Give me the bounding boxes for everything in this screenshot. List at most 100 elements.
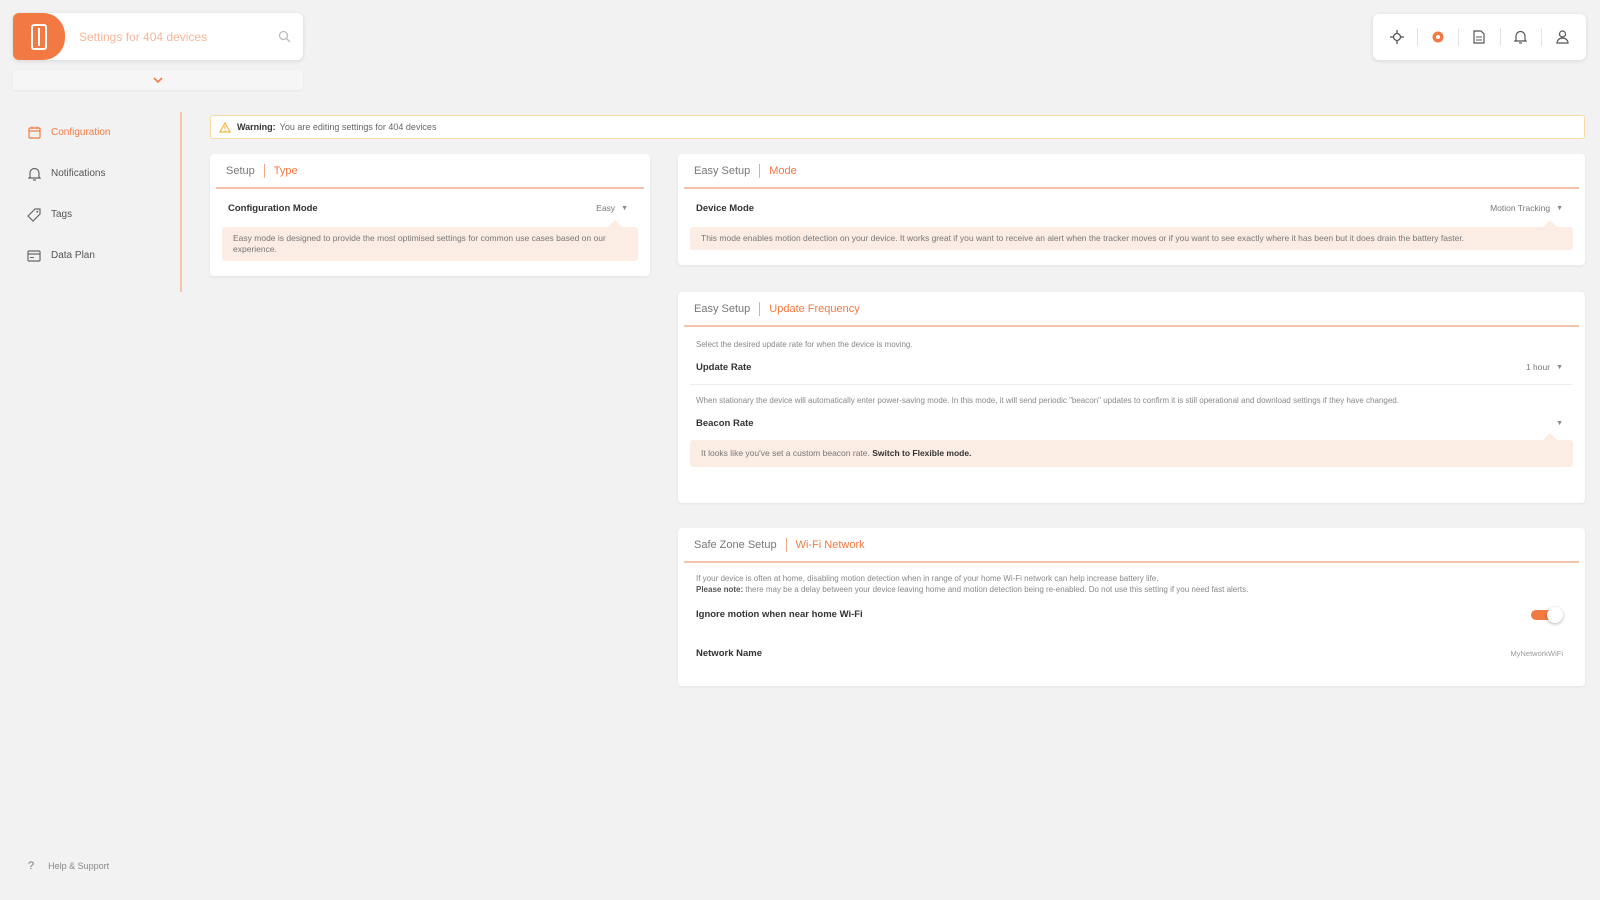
- sidebar-item-label: Notifications: [51, 168, 106, 179]
- caret-down-icon: ▼: [621, 204, 628, 212]
- beacon-description: When stationary the device will automati…: [696, 396, 1399, 405]
- wifi-network-card: Safe Zone Setup Wi-Fi Network If your de…: [678, 528, 1585, 686]
- breadcrumb-parent[interactable]: Setup: [226, 165, 255, 177]
- search-icon[interactable]: [278, 30, 291, 43]
- sidebar-item-label: Configuration: [51, 127, 111, 138]
- card-header: Easy Setup Update Frequency: [684, 292, 1579, 327]
- row-label: Configuration Mode: [228, 202, 318, 214]
- bell-icon: [26, 166, 42, 182]
- row-label: Device Mode: [696, 202, 755, 214]
- caret-down-icon: ▼: [1556, 204, 1563, 212]
- card-header: Easy Setup Mode: [684, 154, 1579, 189]
- select-value: Motion Tracking: [1490, 203, 1551, 213]
- breadcrumb-separator: [263, 163, 265, 178]
- sidebar-item-tags[interactable]: Tags: [0, 194, 180, 235]
- device-mode-card: Easy Setup Mode Device Mode Motion Track…: [678, 154, 1585, 265]
- breadcrumb-current: Wi-Fi Network: [795, 538, 865, 551]
- expand-toggle[interactable]: [13, 70, 303, 90]
- select-value: 1 hour: [1525, 362, 1551, 372]
- search-bar: [13, 13, 303, 60]
- row-label: Update Rate: [696, 361, 752, 373]
- toolbar-divider: [1541, 28, 1543, 46]
- toolbar-divider: [1458, 28, 1460, 46]
- setup-type-card: Setup Type Configuration Mode Easy ▼ Eas…: [210, 154, 650, 276]
- warning-icon: [219, 121, 231, 133]
- network-name-row: Network Name MyNetworkWiFi: [678, 633, 1585, 673]
- info-text: Easy mode is designed to provide the mos…: [233, 233, 606, 254]
- row-label: Network Name: [696, 647, 762, 659]
- configuration-mode-row: Configuration Mode Easy ▼: [210, 189, 650, 227]
- warning-banner: Warning: You are editing settings for 40…: [210, 115, 1585, 139]
- top-toolbar: [1373, 14, 1586, 60]
- caret-down-icon: ▼: [1556, 363, 1563, 371]
- note-label: Please note:: [696, 585, 744, 594]
- device-mode-row: Device Mode Motion Tracking ▼: [678, 189, 1585, 227]
- warning-text: You are editing settings for 404 devices: [279, 122, 437, 132]
- document-button[interactable]: [1464, 22, 1494, 52]
- update-rate-description: Select the desired update rate for when …: [696, 340, 913, 349]
- device-mode-select[interactable]: Motion Tracking ▼: [1490, 203, 1563, 213]
- breadcrumb-current: Mode: [769, 164, 797, 177]
- document-icon: [1473, 30, 1486, 44]
- bell-icon: [1514, 30, 1528, 44]
- search-input[interactable]: [79, 29, 278, 44]
- breadcrumb-parent[interactable]: Easy Setup: [694, 303, 750, 315]
- data-plan-icon: [26, 248, 42, 264]
- device-mode-info-box: This mode enables motion detection on yo…: [690, 220, 1573, 250]
- beacon-info-box: It looks like you've set a custom beacon…: [690, 433, 1573, 467]
- wifi-note: Please note: there may be a delay betwee…: [678, 584, 1585, 595]
- toolbar-divider: [1499, 28, 1501, 46]
- breadcrumb-current: Type: [273, 164, 298, 177]
- calendar-icon: [26, 125, 42, 141]
- sidebar-item-label: Data Plan: [51, 250, 95, 261]
- sidebar: Configuration Notifications Tags Data Pl…: [0, 112, 182, 292]
- beacon-rate-select[interactable]: ▼: [1550, 420, 1563, 427]
- info-text: This mode enables motion detection on yo…: [701, 233, 1465, 243]
- row-label: Ignore motion when near home Wi-Fi: [696, 608, 863, 620]
- settings-button[interactable]: [1423, 22, 1453, 52]
- switch-mode-link[interactable]: Switch to Flexible mode.: [872, 448, 971, 458]
- wifi-description: If your device is often at home, disabli…: [696, 574, 1159, 583]
- breadcrumb-parent[interactable]: Safe Zone Setup: [694, 539, 777, 551]
- breadcrumb-separator: [785, 537, 787, 552]
- user-button[interactable]: [1547, 22, 1577, 52]
- help-link[interactable]: ? Help & Support: [28, 860, 109, 872]
- location-button[interactable]: [1382, 22, 1412, 52]
- mode-info-box: Easy mode is designed to provide the mos…: [222, 220, 638, 261]
- breadcrumb-current: Update Frequency: [769, 302, 860, 315]
- network-name-field[interactable]: MyNetworkWiFi: [1511, 649, 1564, 658]
- tag-icon: [26, 207, 42, 223]
- row-label: Beacon Rate: [696, 417, 754, 429]
- breadcrumb-separator: [759, 301, 761, 316]
- ignore-motion-toggle[interactable]: [1531, 607, 1563, 623]
- sidebar-item-configuration[interactable]: Configuration: [0, 112, 180, 153]
- section-divider: [690, 384, 1573, 385]
- beacon-rate-row: Beacon Rate ▼: [678, 406, 1585, 440]
- breadcrumb-parent[interactable]: Easy Setup: [694, 165, 750, 177]
- note-text: there may be a delay between your device…: [745, 585, 1249, 594]
- select-value: Easy: [596, 203, 616, 213]
- toolbar-divider: [1416, 28, 1418, 46]
- location-icon: [1389, 30, 1404, 44]
- warning-title: Warning:: [237, 122, 276, 132]
- user-icon: [1556, 30, 1569, 44]
- settings-icon: [1432, 31, 1444, 43]
- help-label: Help & Support: [48, 861, 110, 871]
- toggle-knob: [1547, 607, 1563, 623]
- chevron-down-icon: [153, 77, 163, 83]
- card-header: Safe Zone Setup Wi-Fi Network: [684, 528, 1579, 563]
- device-icon: [31, 23, 47, 50]
- update-rate-select[interactable]: 1 hour ▼: [1526, 362, 1563, 372]
- caret-down-icon: ▼: [1556, 419, 1563, 427]
- breadcrumb-separator: [759, 163, 761, 178]
- sidebar-item-label: Tags: [51, 209, 73, 220]
- sidebar-item-notifications[interactable]: Notifications: [0, 153, 180, 194]
- sidebar-item-data-plan[interactable]: Data Plan: [0, 235, 180, 276]
- card-header: Setup Type: [216, 154, 644, 189]
- ignore-motion-row: Ignore motion when near home Wi-Fi: [678, 595, 1585, 633]
- update-rate-row: Update Rate 1 hour ▼: [678, 350, 1585, 384]
- notifications-button[interactable]: [1506, 22, 1536, 52]
- question-icon: ?: [28, 860, 35, 872]
- app-logo[interactable]: [13, 13, 65, 60]
- configuration-mode-select[interactable]: Easy ▼: [596, 203, 628, 213]
